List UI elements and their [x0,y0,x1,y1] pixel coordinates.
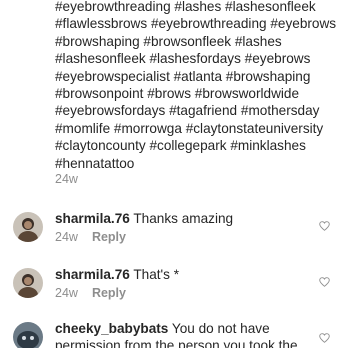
commenter-avatar[interactable] [13,322,43,348]
comment-body: cheeky_babybats You do not have permissi… [55,320,315,348]
caption-timestamp: 24w [55,172,78,186]
comment-message: Thanks amazing [133,211,234,226]
comment-item: cheeky_babybats You do not have permissi… [0,318,348,348]
comment-username[interactable]: sharmila.76 [55,267,130,282]
commenter-avatar[interactable] [13,212,43,242]
comment-username[interactable]: sharmila.76 [55,211,130,226]
comment-message: That's * [133,267,180,282]
commenter-avatar[interactable] [13,268,43,298]
comment-timestamp: 24w [55,230,78,244]
reply-button[interactable]: Reply [92,286,126,300]
comment-meta: 24w Reply [55,230,126,244]
comment-item: sharmila.76 Thanks amazing 24w Reply [0,206,348,262]
comment-body: sharmila.76 That's * [55,266,315,283]
heart-outline-icon[interactable] [319,333,330,343]
caption-text: #eyebrowthreading #lashes #lashesonfleek… [55,0,337,171]
reply-button[interactable]: Reply [92,230,126,244]
comment-item: sharmila.76 That's * 24w Reply [0,262,348,318]
heart-outline-icon[interactable] [319,221,330,231]
comment-body: sharmila.76 Thanks amazing [55,210,315,227]
heart-outline-icon[interactable] [319,277,330,287]
comment-username[interactable]: cheeky_babybats [55,321,168,336]
comment-meta: 24w Reply [55,286,126,300]
comment-timestamp: 24w [55,286,78,300]
